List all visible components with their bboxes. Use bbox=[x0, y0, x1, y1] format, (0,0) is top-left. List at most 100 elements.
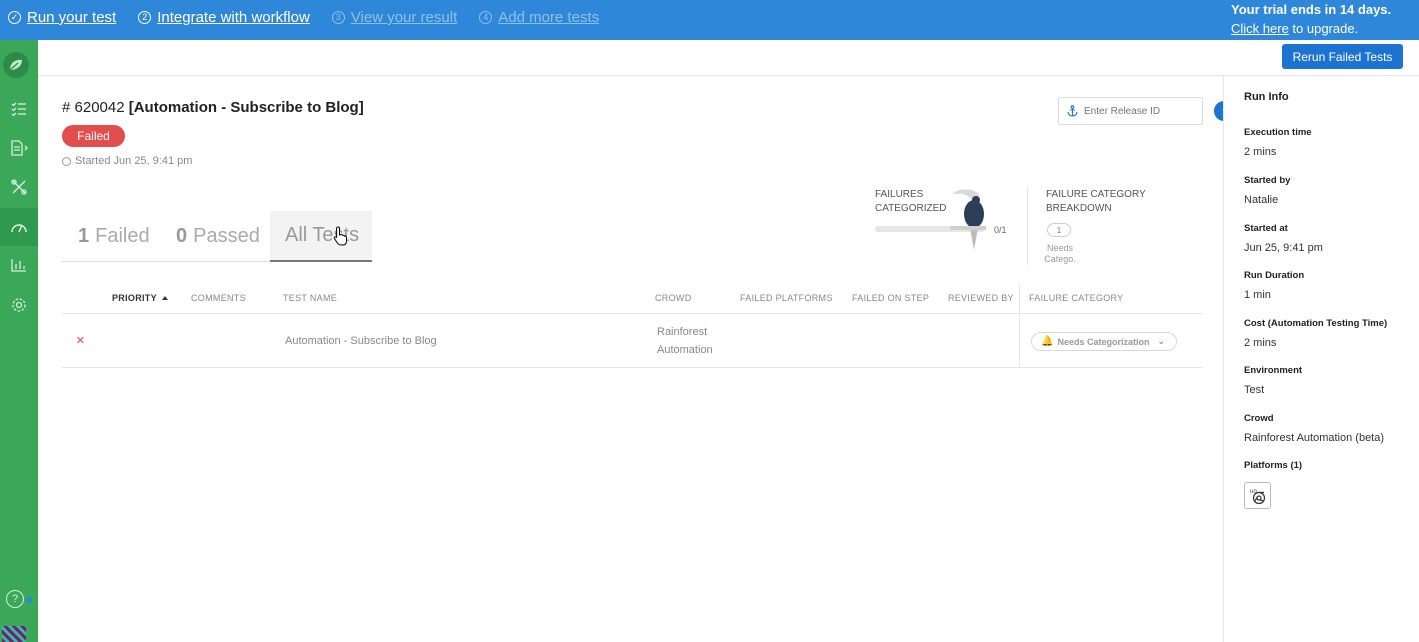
crowd-line: Rainforest bbox=[657, 326, 708, 338]
crowd-line: Automation bbox=[657, 344, 713, 356]
step-number-icon: 3 bbox=[331, 11, 345, 24]
header-comments[interactable]: COMMENTS bbox=[191, 293, 246, 303]
failures-categorized-label: FAILURES CATEGORIZED bbox=[875, 188, 946, 216]
platforms-label: Platforms (1) bbox=[1244, 460, 1303, 471]
onboarding-steps: ✓ Run your test 2 Integrate with workflo… bbox=[8, 9, 621, 26]
chevron-down-icon: ⌄ bbox=[1157, 336, 1166, 346]
tab-failed[interactable]: 1 Failed bbox=[78, 211, 150, 262]
run-name: [Automation - Subscribe to Blog] bbox=[128, 99, 364, 116]
step-link[interactable]: View your result bbox=[351, 9, 457, 26]
run-info-panel: Run Info Execution time 2 mins Started b… bbox=[1223, 76, 1419, 642]
step-link[interactable]: Add more tests bbox=[498, 9, 599, 26]
step-add-more-tests[interactable]: 4 Add more tests bbox=[479, 9, 599, 26]
breakdown-category-label: Needs Catego. bbox=[1043, 243, 1077, 265]
step-integrate-workflow[interactable]: 2 Integrate with workflow bbox=[138, 9, 310, 26]
bar-chart-icon[interactable] bbox=[0, 246, 38, 284]
onboarding-banner: ✓ Run your test 2 Integrate with workflo… bbox=[0, 0, 1419, 40]
failure-category-breakdown-label: FAILURE CATEGORY BREAKDOWN bbox=[1046, 188, 1146, 216]
help-icon[interactable]: ? bbox=[6, 590, 24, 608]
dashboard-gauge-icon[interactable] bbox=[0, 208, 38, 246]
rerun-failed-tests-button[interactable]: Rerun Failed Tests bbox=[1282, 44, 1403, 69]
upgrade-line: Click here to upgrade. bbox=[1231, 19, 1391, 38]
info-label: Cost (Automation Testing Time) bbox=[1244, 318, 1388, 329]
tab-all-tests[interactable]: All Tests bbox=[270, 211, 372, 262]
info-value: 2 mins bbox=[1244, 146, 1277, 158]
upgrade-link[interactable]: Click here bbox=[1231, 21, 1289, 36]
page-title: # 620042 [Automation - Subscribe to Blog… bbox=[62, 99, 364, 116]
toolbar: Rerun Failed Tests bbox=[38, 40, 1419, 76]
info-value: 2 mins bbox=[1244, 337, 1277, 349]
category-label: Needs Categorization bbox=[1057, 336, 1150, 347]
info-label: Started at bbox=[1244, 223, 1288, 234]
started-time: Started Jun 25, 9:41 pm bbox=[62, 155, 192, 167]
list-check-icon[interactable] bbox=[0, 90, 38, 128]
header-failed-on-step[interactable]: FAILED ON STEP bbox=[852, 293, 929, 303]
toucan-mascot-icon bbox=[950, 189, 986, 250]
header-label: PRIORITY bbox=[112, 293, 157, 303]
info-value: Natalie bbox=[1244, 194, 1279, 206]
label-line: Catego. bbox=[1044, 254, 1076, 264]
info-label: Crowd bbox=[1244, 413, 1274, 424]
release-id-input[interactable] bbox=[1084, 105, 1194, 117]
label-line: CATEGORIZED bbox=[875, 203, 947, 214]
anchor-icon bbox=[1067, 105, 1078, 117]
document-icon[interactable] bbox=[0, 129, 38, 167]
started-text: Started Jun 25, 9:41 pm bbox=[75, 155, 193, 167]
tools-icon[interactable] bbox=[0, 168, 38, 206]
step-number-icon: 4 bbox=[479, 11, 493, 24]
info-value: Rainforest Automation (beta) bbox=[1244, 432, 1385, 444]
tab-count: 1 bbox=[78, 225, 90, 247]
label-line: FAILURE CATEGORY bbox=[1046, 189, 1146, 200]
status-badge: Failed bbox=[62, 125, 125, 147]
step-view-result[interactable]: 3 View your result bbox=[331, 9, 457, 26]
label-line: Needs bbox=[1046, 243, 1073, 253]
check-circle-icon: ✓ bbox=[8, 11, 21, 24]
bell-icon: 🔔 bbox=[1041, 336, 1054, 347]
run-number: # 620042 bbox=[62, 99, 129, 116]
trial-notice: Your trial ends in 14 days. Click here t… bbox=[1231, 0, 1391, 38]
upgrade-text: to upgrade. bbox=[1288, 21, 1359, 36]
sidebar: ? bbox=[0, 40, 38, 642]
info-label: Started by bbox=[1244, 175, 1291, 186]
tab-count: 0 bbox=[176, 225, 188, 247]
trial-text: Your trial ends in 14 days. bbox=[1231, 2, 1392, 17]
svg-text:HD: HD bbox=[1250, 489, 1257, 495]
info-label: Run Duration bbox=[1244, 270, 1305, 281]
table-row[interactable]: × Automation - Subscribe to Blog Rainfor… bbox=[62, 314, 1203, 368]
header-failed-platforms[interactable]: FAILED PLATFORMS bbox=[740, 293, 833, 303]
tab-label: Passed bbox=[193, 225, 260, 247]
chrome-hd-icon[interactable]: HD bbox=[1244, 482, 1271, 509]
header-test-name[interactable]: TEST NAME bbox=[283, 293, 337, 303]
gear-icon[interactable] bbox=[0, 286, 38, 324]
clock-icon bbox=[62, 156, 71, 166]
step-number-icon: 2 bbox=[138, 11, 152, 24]
release-id-field[interactable] bbox=[1058, 97, 1203, 125]
run-info-title: Run Info bbox=[1244, 91, 1289, 103]
label-line: BREAKDOWN bbox=[1046, 203, 1112, 214]
step-link[interactable]: Run your test bbox=[27, 9, 116, 26]
info-value: Jun 25, 9:41 pm bbox=[1244, 242, 1323, 254]
leaf-logo-icon[interactable] bbox=[3, 52, 29, 78]
divider bbox=[1027, 187, 1028, 265]
result-tabs: 1 Failed 0 Passed All Tests bbox=[62, 211, 372, 262]
step-link[interactable]: Integrate with workflow bbox=[157, 9, 310, 26]
header-crowd[interactable]: CROWD bbox=[655, 293, 692, 303]
failures-count: 0/1 bbox=[994, 225, 1007, 235]
breakdown-count-badge[interactable]: 1 bbox=[1047, 223, 1071, 237]
avatar[interactable] bbox=[2, 626, 26, 642]
step-run-your-test[interactable]: ✓ Run your test bbox=[8, 9, 116, 26]
info-label: Environment bbox=[1244, 365, 1303, 376]
label-line: FAILURES bbox=[875, 189, 924, 200]
test-name-cell[interactable]: Automation - Subscribe to Blog bbox=[285, 335, 437, 347]
header-failure-category[interactable]: FAILURE CATEGORY bbox=[1029, 293, 1124, 303]
notification-dot bbox=[26, 597, 32, 603]
header-reviewed-by[interactable]: REVIEWED BY bbox=[948, 293, 1014, 303]
sort-asc-icon bbox=[161, 296, 168, 300]
info-label: Execution time bbox=[1244, 127, 1312, 138]
crowd-cell: Rainforest Automation bbox=[657, 323, 713, 359]
failure-category-dropdown[interactable]: 🔔 Needs Categorization ⌄ bbox=[1031, 332, 1177, 351]
header-priority[interactable]: PRIORITY bbox=[112, 293, 168, 303]
info-value: 1 min bbox=[1244, 289, 1271, 301]
info-value: Test bbox=[1244, 384, 1265, 396]
tab-passed[interactable]: 0 Passed bbox=[176, 211, 260, 262]
